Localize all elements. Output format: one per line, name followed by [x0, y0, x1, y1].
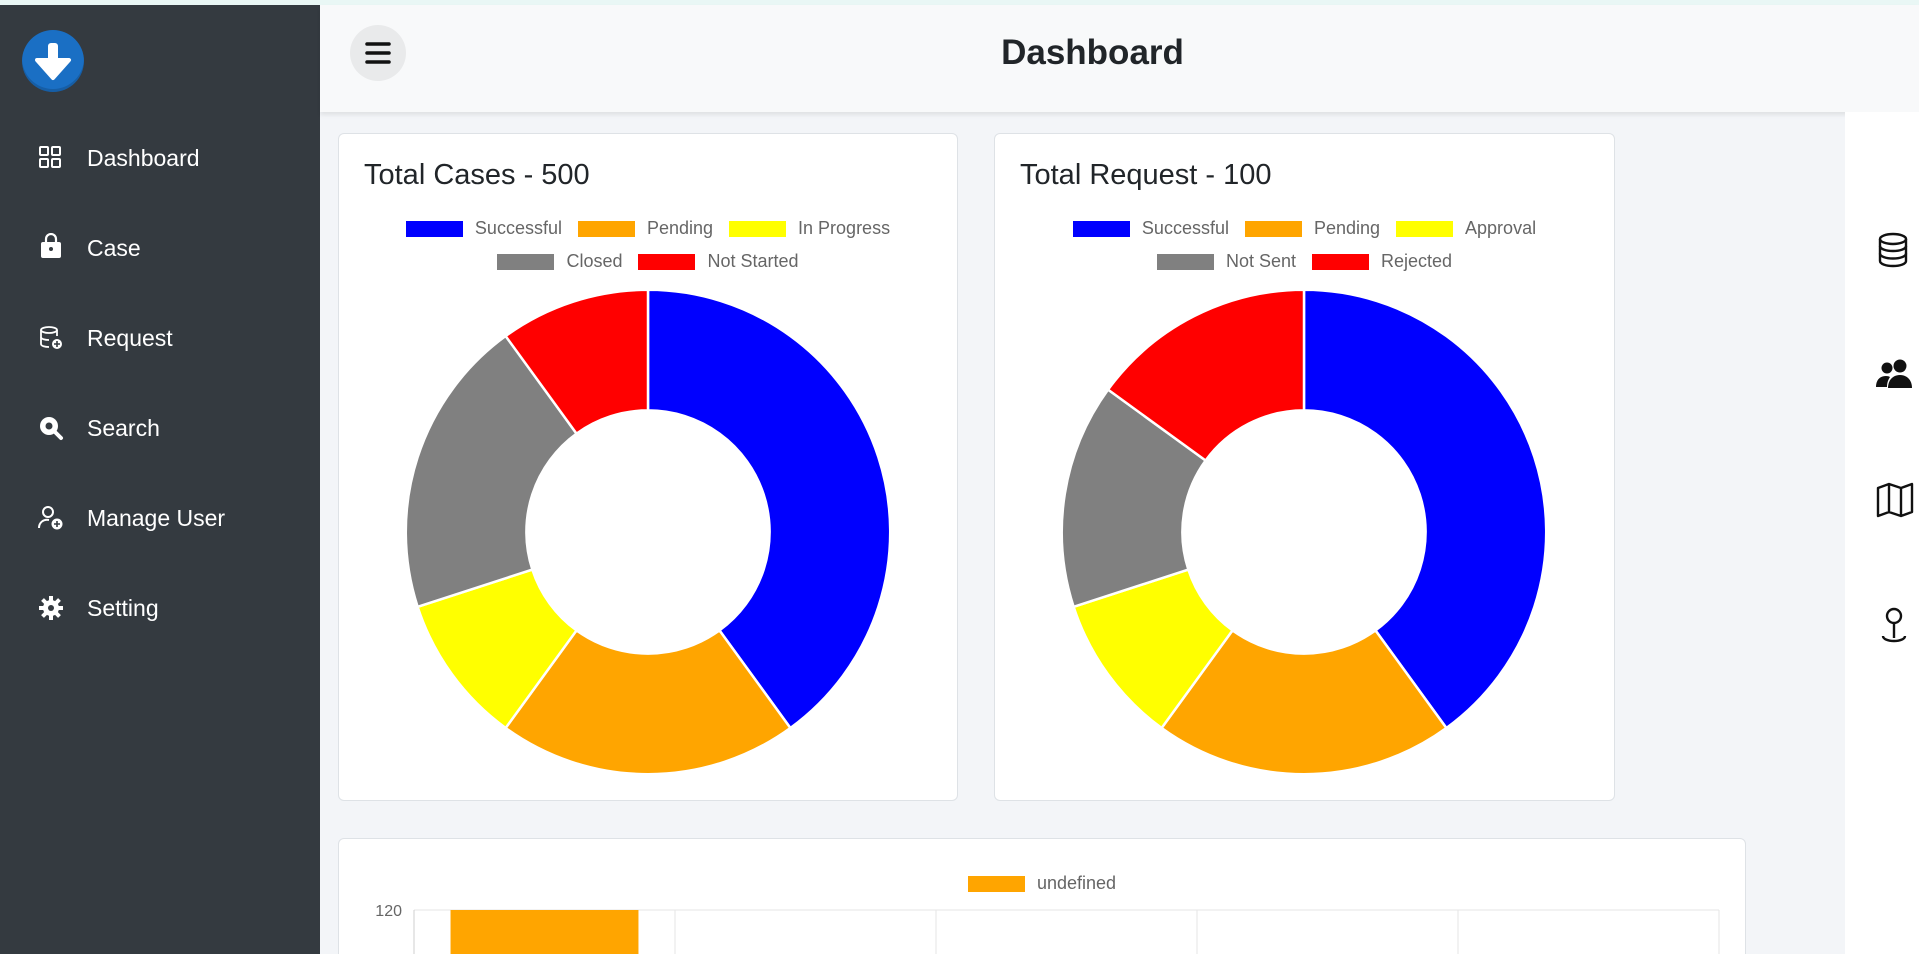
sidebar-item-manage-user[interactable]: Manage User	[0, 485, 320, 545]
legend-swatch	[577, 220, 635, 237]
gear-icon	[36, 593, 66, 623]
legend-swatch	[729, 220, 787, 237]
sidebar-item-request[interactable]: Request	[0, 305, 320, 365]
database-add-icon	[36, 323, 66, 353]
legend-swatch	[1396, 220, 1454, 237]
top-header: Dashboard	[320, 5, 1919, 112]
briefcase-icon	[36, 232, 66, 263]
chart-legend: Successful Pending In Progress	[339, 218, 957, 239]
logo-download-icon[interactable]	[22, 30, 84, 92]
sidebar-item-case[interactable]: Case	[0, 215, 320, 275]
legend-item[interactable]: In Progress	[729, 218, 890, 239]
legend-label: Successful	[1141, 218, 1229, 238]
legend-swatch	[1244, 220, 1302, 237]
legend-label: Successful	[474, 218, 562, 238]
legend-swatch	[1156, 253, 1214, 270]
legend-item[interactable]: Not Started	[638, 251, 799, 272]
legend-item[interactable]: Pending	[1244, 218, 1381, 239]
pin-icon[interactable]	[1875, 606, 1915, 646]
legend-label: Pending	[1313, 218, 1381, 238]
sidebar-item-setting[interactable]: Setting	[0, 575, 320, 635]
y-tick-label: 120	[375, 903, 402, 920]
sidebar-item-label: Dashboard	[87, 145, 200, 171]
legend-label: In Progress	[798, 218, 891, 238]
legend-label: Not Sent	[1225, 251, 1296, 271]
right-toolbar	[1845, 112, 1919, 954]
total-cases-card: Total Cases - 500 Successful Pending In Pr…	[338, 133, 958, 801]
bar-chart: 120	[375, 903, 1720, 954]
bar-chart-card: undefined 120	[338, 838, 1746, 954]
database-icon[interactable]	[1875, 230, 1915, 270]
legend-item[interactable]: Approval	[1396, 218, 1536, 239]
sidebar-item-label: Manage User	[87, 505, 226, 531]
chart-legend: Successful Pending Approval	[995, 218, 1614, 239]
legend-swatch	[405, 220, 463, 237]
legend-item[interactable]: Successful	[405, 218, 562, 239]
legend-swatch	[1072, 220, 1130, 237]
total-request-card: Total Request - 100 Successful Pending App…	[994, 133, 1615, 801]
legend-item[interactable]: Rejected	[1312, 251, 1452, 272]
sidebar: Dashboard Case Request Search Manage Use…	[0, 5, 320, 954]
legend-item[interactable]: Closed	[497, 251, 622, 272]
legend-item[interactable]: Pending	[577, 218, 714, 239]
people-icon[interactable]	[1875, 354, 1915, 394]
legend-label: Not Started	[707, 251, 799, 271]
sidebar-item-label: Setting	[87, 595, 159, 621]
user-add-icon	[36, 503, 66, 533]
legend-label: Approval	[1465, 218, 1537, 238]
legend-swatch	[1312, 253, 1369, 270]
cases-donut-chart	[404, 288, 892, 776]
chart-legend: Closed Not Started	[339, 251, 957, 272]
legend-label: Pending	[646, 218, 714, 238]
search-icon	[36, 413, 66, 443]
legend-item[interactable]: Not Sent	[1156, 251, 1296, 272]
legend-swatch	[497, 253, 555, 270]
legend-label: Rejected	[1381, 251, 1453, 271]
sidebar-item-label: Case	[87, 235, 141, 261]
map-icon[interactable]	[1875, 480, 1915, 520]
chart-legend: Not Sent Rejected	[995, 251, 1614, 272]
bar[interactable]	[450, 910, 639, 954]
card-title: Total Request - 100	[1020, 159, 1272, 191]
grid-icon	[36, 143, 66, 173]
sidebar-item-dashboard[interactable]: Dashboard	[0, 125, 320, 185]
legend-swatch	[638, 253, 696, 270]
card-title: Total Cases - 500	[364, 159, 590, 191]
page-title: Dashboard	[1001, 33, 1184, 72]
sidebar-item-label: Search	[87, 415, 160, 441]
sidebar-item-search[interactable]: Search	[0, 395, 320, 455]
legend-item[interactable]: Successful	[1072, 218, 1229, 239]
legend-label: Closed	[566, 251, 623, 271]
request-donut-chart	[1060, 288, 1548, 776]
sidebar-item-label: Request	[87, 325, 173, 351]
